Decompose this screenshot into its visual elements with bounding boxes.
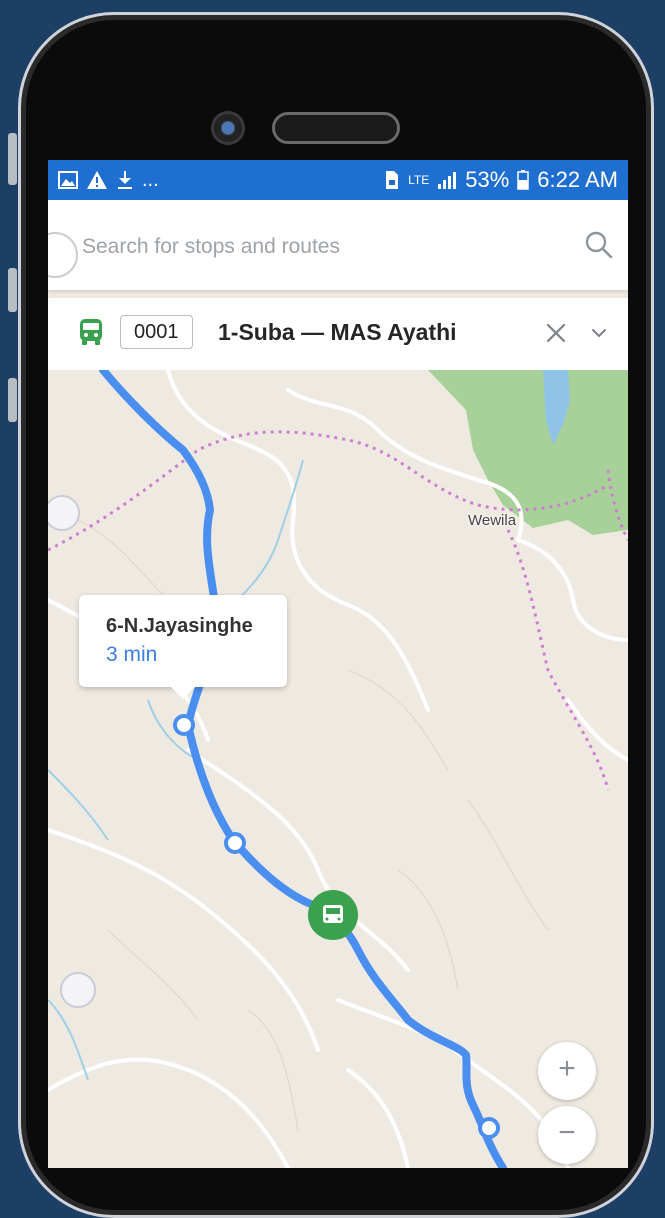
popup-stop-name: 6-N.Jayasinghe — [106, 615, 253, 637]
selected-route-bar: 0001 1-Suba — MAS Ayathi — [48, 298, 628, 370]
warning-icon — [87, 171, 107, 189]
search-icon[interactable] — [584, 230, 614, 260]
faint-marker — [60, 972, 96, 1008]
status-left: ... — [58, 170, 159, 190]
stop-marker — [224, 832, 246, 854]
battery-icon — [517, 170, 530, 190]
route-name: 1-Suba — MAS Ayathi — [218, 319, 457, 345]
chevron-down-icon[interactable] — [590, 326, 608, 340]
earpiece-speaker — [272, 112, 400, 144]
status-right: LTE 53% 6:22 AM — [384, 167, 618, 193]
clock: 6:22 AM — [537, 167, 618, 192]
app-screen: ... LTE 53% 6:22 AM Search for stops and… — [48, 160, 628, 1168]
search-input[interactable] — [80, 228, 554, 266]
front-camera — [211, 111, 245, 145]
status-bar: ... LTE 53% 6:22 AM — [48, 160, 628, 200]
stop-marker — [173, 714, 195, 736]
volume-up-button — [8, 268, 17, 312]
network-type: LTE — [408, 173, 430, 187]
signal-icon — [438, 172, 457, 189]
close-icon[interactable] — [545, 322, 567, 344]
zoom-controls: + − — [538, 998, 596, 1168]
bus-vehicle-marker — [308, 890, 358, 940]
popup-eta: 3 min — [106, 643, 158, 666]
stop-info-popup[interactable]: 6-N.Jayasinghe 3 min — [79, 595, 287, 699]
image-icon — [58, 171, 78, 189]
sim-lock-icon — [386, 171, 399, 189]
faint-marker — [48, 495, 80, 531]
bus-icon — [80, 319, 102, 345]
place-label-wewila: Wewila — [468, 512, 517, 529]
volume-down-button — [8, 378, 17, 422]
silent-switch — [8, 133, 17, 185]
more-notifications: ... — [142, 169, 159, 191]
search-bar — [48, 200, 628, 290]
zoom-in-button[interactable]: + — [538, 1042, 596, 1100]
location-button[interactable] — [48, 232, 78, 278]
download-icon — [118, 171, 132, 189]
route-number-badge: 0001 — [120, 315, 193, 349]
stop-marker — [478, 1117, 500, 1139]
zoom-out-button[interactable]: − — [538, 1106, 596, 1164]
battery-percent: 53% — [465, 167, 510, 192]
